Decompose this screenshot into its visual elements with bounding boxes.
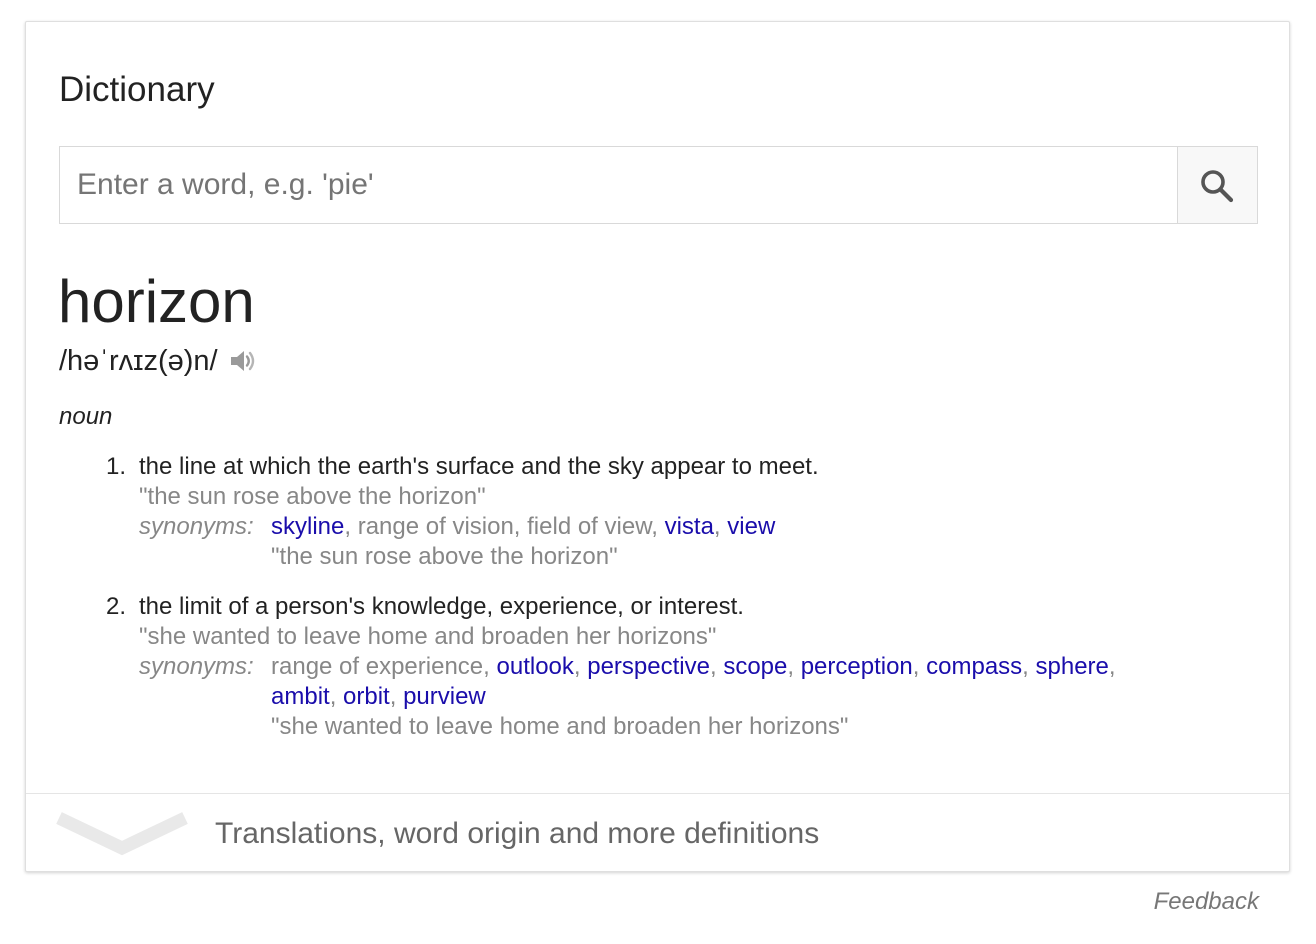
dictionary-card: Dictionary horizon /həˈrʌɪz(ə)n/ noun 1.… [25, 21, 1290, 872]
synonym-link[interactable]: vista [665, 513, 714, 540]
synonym-example: "she wanted to leave home and broaden he… [271, 713, 849, 740]
chevron-down-icon [56, 812, 188, 856]
definition-example: "the sun rose above the horizon" [139, 483, 486, 510]
synonym-text: range of experience [271, 653, 484, 680]
synonym-link[interactable]: orbit [343, 683, 390, 710]
definition-body: the limit of a person's knowledge, exper… [139, 592, 1256, 742]
definitions-list: 1. the line at which the earth's surface… [96, 452, 1256, 762]
synonyms-label: synonyms: [139, 513, 254, 540]
synonym-link[interactable]: ambit [271, 683, 330, 710]
synonym-link[interactable]: purview [403, 683, 486, 710]
synonym-link[interactable]: perception [801, 653, 913, 680]
synonyms-list: skyline, range of vision, field of view,… [271, 513, 776, 540]
part-of-speech: noun [59, 403, 113, 430]
pronunciation-row: /həˈrʌɪz(ə)n/ [59, 344, 258, 378]
synonyms-content: skyline, range of vision, field of view,… [271, 512, 1256, 572]
definition-text: the line at which the earth's surface an… [139, 453, 819, 480]
search-button[interactable] [1177, 147, 1257, 223]
more-definitions-link[interactable]: Translations, word origin and more defin… [26, 794, 1289, 872]
synonym-link[interactable]: sphere [1036, 653, 1109, 680]
phonetic-spelling: /həˈrʌɪz(ə)n/ [59, 345, 218, 377]
synonym-link[interactable]: view [727, 513, 775, 540]
definition-text: the limit of a person's knowledge, exper… [139, 593, 744, 620]
synonym-example: "the sun rose above the horizon" [271, 543, 618, 570]
definition-item: 1. the line at which the earth's surface… [96, 452, 1256, 572]
card-heading: Dictionary [59, 70, 215, 109]
more-definitions-label: Translations, word origin and more defin… [215, 817, 820, 850]
definition-example: "she wanted to leave home and broaden he… [139, 623, 717, 650]
feedback-link[interactable]: Feedback [1154, 886, 1259, 918]
synonyms-list: range of experience, outlook, perspectiv… [271, 653, 1116, 710]
synonym-text: field of view [527, 513, 652, 540]
synonym-link[interactable]: scope [723, 653, 787, 680]
synonym-link[interactable]: perspective [587, 653, 710, 680]
definition-number: 2. [105, 593, 126, 620]
definition-body: the line at which the earth's surface an… [139, 452, 1256, 572]
synonym-link[interactable]: outlook [497, 653, 574, 680]
synonyms-row: synonyms: range of experience, outlook, … [139, 652, 1256, 742]
headword: horizon [58, 268, 255, 335]
synonym-link[interactable]: skyline [271, 513, 344, 540]
search-icon [1201, 170, 1234, 203]
synonyms-content: range of experience, outlook, perspectiv… [271, 652, 1256, 742]
synonyms-row: synonyms: skyline, range of vision, fiel… [139, 512, 1256, 572]
search-box [59, 146, 1258, 224]
search-input[interactable] [60, 147, 1178, 223]
synonyms-label: synonyms: [139, 653, 254, 680]
definition-number: 1. [105, 453, 126, 480]
synonym-link[interactable]: compass [926, 653, 1022, 680]
synonym-text: range of vision [357, 513, 514, 540]
definition-item: 2. the limit of a person's knowledge, ex… [96, 592, 1256, 742]
speaker-icon[interactable] [228, 346, 258, 376]
